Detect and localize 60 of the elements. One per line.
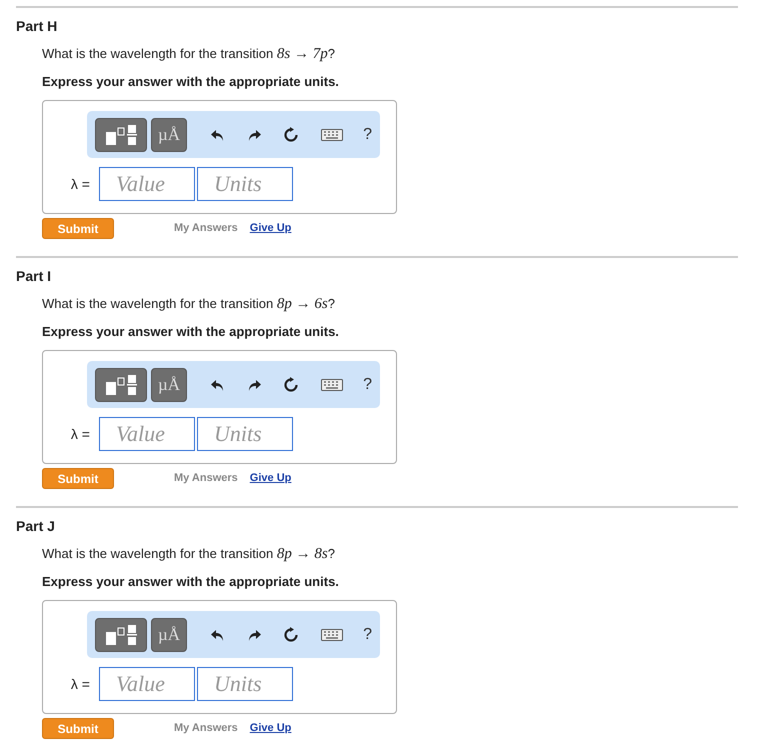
- help-button[interactable]: ?: [363, 372, 372, 396]
- part-title: Part H: [16, 18, 58, 34]
- lambda-label: λ =: [70, 174, 91, 194]
- part-title: Part J: [16, 518, 56, 534]
- keyboard-icon: [321, 378, 344, 390]
- submit-button[interactable]: Submit: [42, 718, 114, 739]
- units-button[interactable]: µÅ: [151, 118, 188, 152]
- redo-icon: [247, 128, 262, 142]
- my-answers-link[interactable]: My Answers: [174, 470, 238, 487]
- keyboard-icon: [321, 628, 344, 640]
- units-field[interactable]: Units: [197, 667, 293, 701]
- undo-icon: [211, 378, 226, 392]
- question-text: What is the wavelength for the transition 8p → 6s?: [42, 296, 336, 312]
- value-field[interactable]: Value: [99, 667, 195, 701]
- redo-button[interactable]: [247, 378, 262, 392]
- instruction-text: Express your answer with the appropriate units.: [42, 574, 340, 590]
- keyboard-icon: [321, 128, 344, 140]
- keyboard-button[interactable]: [321, 628, 344, 640]
- value-field[interactable]: Value: [99, 417, 195, 451]
- reset-icon: [283, 376, 300, 392]
- question-text: What is the wavelength for the transition 8s → 7p?: [42, 46, 336, 62]
- lambda-label: λ =: [70, 674, 91, 694]
- keyboard-button[interactable]: [321, 378, 344, 390]
- templates-button[interactable]: [95, 368, 147, 402]
- redo-icon: [247, 378, 262, 392]
- redo-icon: [247, 628, 262, 642]
- my-answers-link[interactable]: My Answers: [174, 220, 238, 237]
- part-title: Part I: [16, 268, 52, 284]
- submit-button[interactable]: Submit: [42, 468, 114, 489]
- help-button[interactable]: ?: [363, 622, 372, 646]
- units-button[interactable]: µÅ: [151, 618, 188, 652]
- templates-button[interactable]: [95, 618, 147, 652]
- redo-button[interactable]: [247, 128, 262, 142]
- reset-button[interactable]: [283, 126, 300, 142]
- undo-button[interactable]: [211, 378, 226, 392]
- question-text: What is the wavelength for the transition 8p → 8s?: [42, 546, 336, 562]
- reset-icon: [283, 626, 300, 642]
- instruction-text: Express your answer with the appropriate units.: [42, 74, 340, 90]
- reset-icon: [283, 126, 300, 142]
- reset-button[interactable]: [283, 626, 300, 642]
- my-answers-link[interactable]: My Answers: [174, 720, 238, 737]
- instruction-text: Express your answer with the appropriate units.: [42, 324, 340, 340]
- give-up-link[interactable]: Give Up: [250, 220, 292, 237]
- lambda-label: λ =: [70, 424, 91, 444]
- value-field[interactable]: Value: [99, 167, 195, 201]
- help-button[interactable]: ?: [363, 122, 372, 146]
- redo-button[interactable]: [247, 628, 262, 642]
- undo-icon: [211, 628, 226, 642]
- undo-button[interactable]: [211, 128, 226, 142]
- units-field[interactable]: Units: [197, 417, 293, 451]
- give-up-link[interactable]: Give Up: [250, 720, 292, 737]
- reset-button[interactable]: [283, 376, 300, 392]
- units-button[interactable]: µÅ: [151, 368, 188, 402]
- give-up-link[interactable]: Give Up: [250, 470, 292, 487]
- undo-button[interactable]: [211, 628, 226, 642]
- templates-button[interactable]: [95, 118, 147, 152]
- undo-icon: [211, 128, 226, 142]
- submit-button[interactable]: Submit: [42, 218, 114, 239]
- units-field[interactable]: Units: [197, 167, 293, 201]
- keyboard-button[interactable]: [321, 128, 344, 140]
